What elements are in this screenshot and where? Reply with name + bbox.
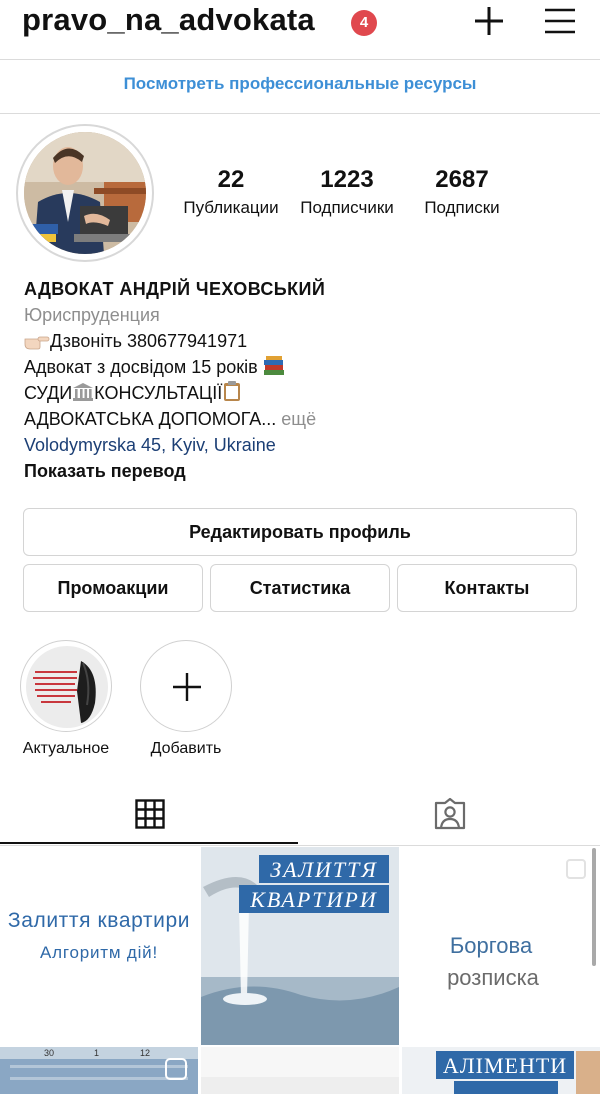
followers-label: Подписчики — [300, 198, 394, 217]
tabs-divider — [0, 845, 600, 846]
highlight-cover — [20, 640, 112, 732]
profile-avatar[interactable] — [16, 124, 154, 262]
pointing-hand-icon — [24, 336, 50, 350]
clipboard-icon — [224, 381, 241, 401]
post-title: ЗАЛИТТЯ — [270, 857, 378, 882]
bio-line-services: СУДИ КОНСУЛЬТАЦІЇ — [24, 380, 584, 406]
post-subtitle: Алгоритм дій! — [39, 943, 158, 962]
profile-username[interactable]: pravo_na_advokata — [22, 2, 315, 38]
add-highlight[interactable]: Добавить — [139, 640, 233, 758]
post-tile[interactable]: ЗАЛИТТЯ КВАРТИРИ — [201, 847, 399, 1045]
active-tab-indicator — [0, 842, 298, 844]
stat-following[interactable]: 2687 Подписки — [410, 166, 514, 218]
bio-phone[interactable]: Дзвоніть 380677941971 — [50, 331, 247, 351]
following-label: Подписки — [424, 198, 500, 217]
add-highlight-label: Добавить — [150, 740, 222, 757]
bio-legal-help: АДВОКАТСЬКА ДОПОМОГА... — [24, 409, 277, 429]
tagged-person-icon[interactable] — [433, 797, 467, 831]
books-icon — [263, 356, 284, 375]
highlight-label: Актуальное — [22, 740, 110, 757]
hamburger-menu-icon[interactable] — [543, 6, 577, 36]
plus-icon — [173, 673, 201, 701]
avatar-photo — [24, 132, 146, 254]
bio-line-phone: Дзвоніть 380677941971 — [24, 328, 584, 354]
following-count: 2687 — [435, 166, 489, 193]
contacts-button[interactable]: Контакты — [397, 564, 577, 612]
calendar-image: 30 1 12 — [0, 1047, 198, 1094]
bio-consultations: КОНСУЛЬТАЦІЇ — [94, 383, 223, 403]
grid-icon[interactable] — [135, 799, 165, 829]
header-divider — [0, 59, 600, 60]
scrollbar[interactable] — [592, 848, 596, 966]
bio-category: Юриспруденция — [24, 305, 160, 325]
bio-experience: Адвокат з досвідом 15 років — [24, 357, 258, 377]
bio-courts: СУДИ — [24, 383, 73, 403]
statistics-button[interactable]: Статистика — [210, 564, 390, 612]
stat-followers[interactable]: 1223 Подписчики — [294, 166, 400, 218]
profile-tabs — [0, 790, 600, 846]
stat-posts[interactable]: 22 Публикации — [178, 166, 284, 218]
svg-text:1: 1 — [94, 1048, 99, 1058]
professional-resources-link[interactable]: Посмотреть профессиональные ресурсы — [0, 74, 600, 94]
bio-more-link[interactable]: ещё — [281, 409, 316, 429]
add-highlight-circle — [140, 640, 232, 732]
bio-name: АДВОКАТ АНДРІЙ ЧЕХОВСЬКИЙ — [24, 279, 326, 299]
top-bar: pravo_na_advokata 4 — [0, 0, 600, 58]
profile-bio: АДВОКАТ АНДРІЙ ЧЕХОВСЬКИЙ Юриспруденция … — [24, 276, 584, 484]
followers-count: 1223 — [320, 166, 374, 193]
edit-profile-button[interactable]: Редактировать профиль — [23, 508, 577, 556]
post-tile[interactable]: 30 1 12 — [0, 1047, 198, 1094]
bio-location-link[interactable]: Volodymyrska 45, Kyiv, Ukraine — [24, 432, 584, 458]
notification-badge[interactable]: 4 — [351, 10, 377, 36]
post-image — [201, 1047, 399, 1094]
posts-count: 22 — [217, 166, 245, 193]
post-subtitle: КВАРТИРИ — [250, 887, 378, 912]
highlight-actual[interactable]: Актуальное — [19, 640, 113, 758]
post-tile[interactable]: Боргова розписка — [402, 847, 600, 1045]
post-subtitle: розписка — [447, 965, 539, 990]
post-title: Боргова — [449, 933, 533, 958]
svg-text:12: 12 — [140, 1048, 150, 1058]
post-tile[interactable]: Залиття квартири Алгоритм дій! — [0, 847, 198, 1045]
courthouse-icon — [73, 383, 94, 401]
multi-image-icon — [566, 859, 586, 879]
svg-text:30: 30 — [44, 1048, 54, 1058]
post-title: АЛІМЕНТИ — [442, 1053, 568, 1078]
post-tile[interactable] — [201, 1047, 399, 1094]
post-title: Залиття квартири — [7, 909, 191, 932]
promotions-button[interactable]: Промоакции — [23, 564, 203, 612]
post-tile[interactable]: АЛІМЕНТИ — [402, 1047, 600, 1094]
create-plus-icon[interactable] — [472, 4, 506, 38]
show-translation-link[interactable]: Показать перевод — [24, 458, 584, 484]
bio-line-help: АДВОКАТСЬКА ДОПОМОГА... ещё — [24, 406, 584, 432]
bio-line-experience: Адвокат з досвідом 15 років — [24, 354, 584, 380]
posts-label: Публикации — [183, 198, 279, 217]
resources-divider — [0, 113, 600, 114]
